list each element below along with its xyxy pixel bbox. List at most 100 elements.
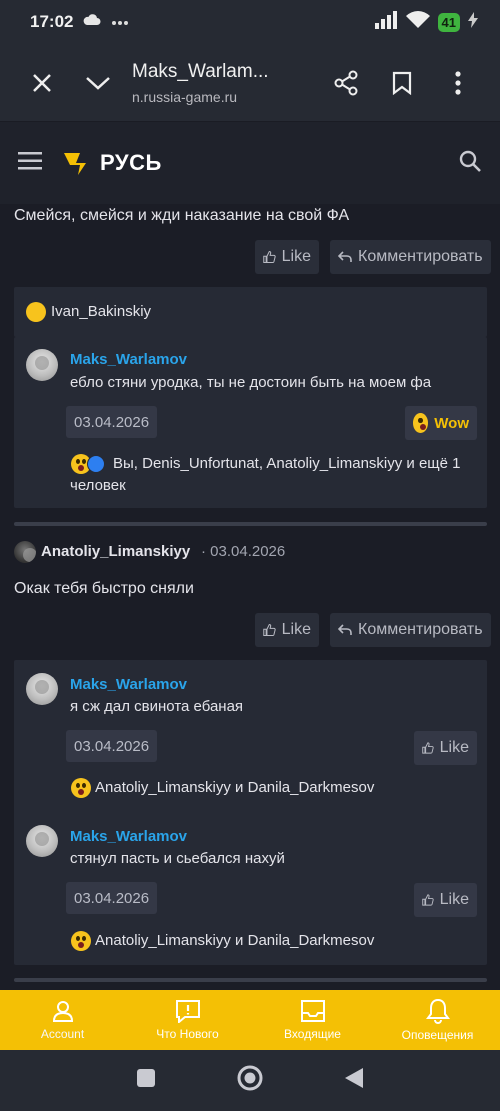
status-bar: 17:02 41 bbox=[0, 0, 500, 44]
page-title-area[interactable]: Maks_Warlam... n.russia-game.ru bbox=[126, 61, 318, 105]
wow-label: Wow bbox=[434, 414, 469, 432]
wow-reaction-button[interactable]: Wow bbox=[405, 406, 477, 440]
avatar[interactable] bbox=[26, 349, 58, 381]
comment-date[interactable]: 03.04.2026 bbox=[66, 406, 158, 438]
hamburger-icon bbox=[18, 151, 42, 169]
comment-text: я сж дал свинота ебаная bbox=[70, 698, 244, 715]
triangle-back-icon bbox=[345, 1068, 363, 1088]
status-time: 17:02 bbox=[30, 12, 74, 31]
avatar[interactable] bbox=[26, 673, 58, 705]
alert-message-icon bbox=[175, 1000, 200, 1023]
avatar[interactable] bbox=[26, 825, 58, 857]
like-button[interactable]: Like bbox=[414, 883, 477, 917]
inbox-icon bbox=[300, 1000, 325, 1022]
reactors-list[interactable]: Anatoliy_Limanskiyy и Danila_Darkmesov bbox=[95, 779, 374, 796]
wow-emoji-icon bbox=[71, 931, 91, 951]
thumbs-up-icon bbox=[263, 250, 276, 264]
page-title: Maks_Warlam... bbox=[132, 60, 269, 82]
close-tab-button[interactable] bbox=[14, 55, 70, 111]
wow-emoji-icon bbox=[71, 778, 91, 798]
like-button[interactable]: Like bbox=[414, 731, 477, 765]
system-navigation bbox=[0, 1050, 500, 1111]
signal-icon bbox=[374, 10, 398, 34]
comment-label: Комментировать bbox=[358, 621, 483, 638]
post-author[interactable]: Anatoliy_Limanskiyy bbox=[41, 543, 190, 560]
menu-button[interactable] bbox=[430, 55, 486, 111]
comment-label: Комментировать bbox=[358, 248, 483, 265]
logo-text: РУСЬ bbox=[100, 150, 162, 175]
square-icon bbox=[137, 1069, 155, 1087]
reactors-list[interactable]: Anatoliy_Limanskiyy и Danila_Darkmesov bbox=[95, 932, 374, 949]
recents-button[interactable] bbox=[136, 1068, 156, 1093]
comment-button[interactable]: Комментировать bbox=[330, 240, 491, 274]
nav-account[interactable]: Account bbox=[0, 990, 125, 1050]
bottom-navigation: Account Что Нового Входящие Оповещения bbox=[0, 990, 500, 1050]
circle-home-icon bbox=[237, 1065, 263, 1091]
charging-icon bbox=[468, 11, 478, 33]
comment-button[interactable]: Комментировать bbox=[330, 613, 491, 647]
reply-icon bbox=[338, 251, 352, 262]
thumbs-up-icon bbox=[422, 742, 434, 754]
post-text: Окак тебя быстро сняли bbox=[14, 580, 194, 597]
nav-inbox[interactable]: Входящие bbox=[250, 990, 375, 1050]
reactors-list[interactable]: Вы, Denis_Unfortunat, Anatoliy_Limanskiy… bbox=[113, 455, 461, 472]
like-label: Like bbox=[281, 248, 311, 265]
laughing-emoji-icon bbox=[26, 302, 46, 322]
share-icon bbox=[334, 70, 358, 95]
comment-author[interactable]: Maks_Warlamov bbox=[70, 828, 187, 845]
like-label: Like bbox=[281, 621, 311, 638]
minimize-tab-button[interactable] bbox=[70, 55, 126, 111]
logo-mark-icon bbox=[64, 153, 86, 175]
cloud-icon bbox=[83, 13, 101, 31]
chevron-down-icon bbox=[86, 76, 110, 90]
site-header: РУСЬ bbox=[0, 122, 500, 204]
search-icon bbox=[459, 150, 481, 172]
page-url: n.russia-game.ru bbox=[132, 88, 238, 105]
comment-author[interactable]: Maks_Warlamov bbox=[70, 351, 187, 368]
more-vert-icon bbox=[455, 70, 461, 95]
like-label: Like bbox=[439, 891, 469, 908]
comment-text: ебло стяни уродка, ты не достоин быть на… bbox=[70, 374, 432, 391]
nav-whats-new-label: Что Нового bbox=[156, 1027, 219, 1041]
thumbs-up-icon bbox=[422, 894, 434, 906]
post-divider bbox=[14, 522, 487, 526]
share-button[interactable] bbox=[318, 55, 374, 111]
post-divider bbox=[14, 978, 487, 982]
nav-inbox-label: Входящие bbox=[284, 1027, 341, 1041]
nav-account-label: Account bbox=[40, 1027, 85, 1041]
nav-alerts-label: Оповещения bbox=[401, 1028, 474, 1042]
nav-alerts[interactable]: Оповещения bbox=[375, 990, 500, 1050]
more-notifications-icon bbox=[111, 13, 129, 31]
thread-content: Смейся, смейся и жди наказание на свой Ф… bbox=[0, 204, 500, 990]
bell-icon bbox=[425, 998, 450, 1024]
like-label: Like bbox=[439, 739, 469, 756]
hamburger-menu-button[interactable] bbox=[18, 151, 42, 175]
like-button[interactable]: Like bbox=[255, 613, 319, 647]
nav-whats-new[interactable]: Что Нового bbox=[125, 990, 250, 1050]
battery-indicator: 41 bbox=[437, 12, 460, 32]
bookmark-icon bbox=[392, 71, 412, 95]
reactors-list-more[interactable]: человек bbox=[70, 477, 126, 494]
post-text: Смейся, смейся и жди наказание на свой Ф… bbox=[14, 207, 350, 224]
thumbs-up-icon bbox=[263, 623, 276, 637]
comment-author[interactable]: Maks_Warlamov bbox=[70, 676, 187, 693]
avatar[interactable] bbox=[14, 541, 36, 563]
back-button[interactable] bbox=[344, 1067, 364, 1094]
like-reaction-icon bbox=[87, 455, 105, 473]
wifi-icon bbox=[405, 10, 430, 34]
reaction-user-link[interactable]: Ivan_Bakinskiy bbox=[51, 303, 151, 320]
site-logo[interactable]: РУСЬ bbox=[64, 150, 162, 176]
comment-date[interactable]: 03.04.2026 bbox=[66, 730, 158, 762]
home-button[interactable] bbox=[236, 1064, 264, 1097]
close-icon bbox=[33, 73, 51, 92]
bookmark-button[interactable] bbox=[374, 55, 430, 111]
comment-date[interactable]: 03.04.2026 bbox=[66, 882, 158, 914]
post-date: · 03.04.2026 bbox=[201, 543, 286, 560]
browser-toolbar: Maks_Warlam... n.russia-game.ru bbox=[0, 44, 500, 122]
user-icon bbox=[52, 1001, 73, 1022]
like-button[interactable]: Like bbox=[255, 240, 319, 274]
search-button[interactable] bbox=[458, 149, 482, 178]
comment-text: стянул пасть и сьебался нахуй bbox=[70, 850, 285, 867]
wow-emoji-icon bbox=[413, 413, 429, 433]
reply-icon bbox=[338, 624, 352, 635]
